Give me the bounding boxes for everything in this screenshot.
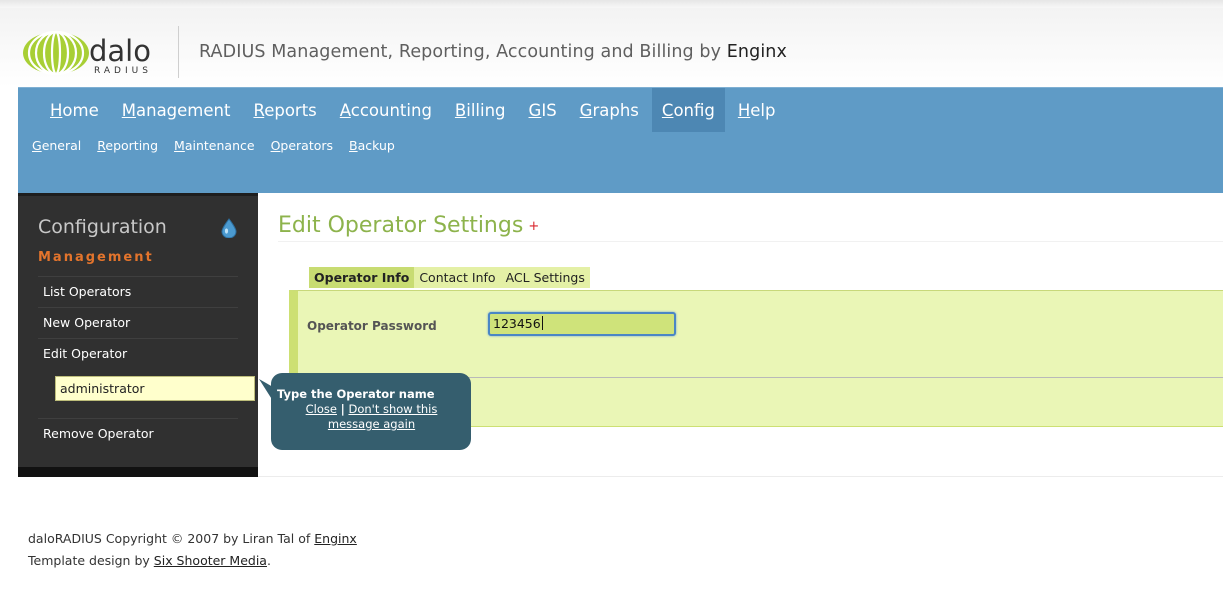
page-footer: daloRADIUS Copyright © 2007 by Liran Tal…: [28, 528, 357, 572]
subnav-maintenance[interactable]: Maintenance: [174, 138, 255, 153]
footer-enginx-link[interactable]: Enginx: [314, 531, 357, 546]
nav-management[interactable]: Management: [112, 88, 241, 132]
subnav-operators[interactable]: Operators: [271, 138, 333, 153]
sidebar-item-list-operators[interactable]: List Operators: [38, 276, 238, 307]
nav-reports[interactable]: Reports: [243, 88, 326, 132]
footer-six-shooter-link[interactable]: Six Shooter Media: [154, 553, 267, 568]
primary-menu: Home Management Reports Accounting Billi…: [40, 88, 789, 132]
title-divider: [278, 241, 1223, 242]
header-tagline: RADIUS Management, Reporting, Accounting…: [199, 42, 787, 62]
logo-text: dalo: [89, 34, 151, 68]
tagline-brand: Enginx: [726, 42, 787, 62]
logo-subtext: RADIUS: [94, 66, 152, 76]
sidebar-item-edit-operator[interactable]: Edit Operator: [38, 338, 238, 369]
nav-home[interactable]: Home: [40, 88, 109, 132]
water-drop-icon[interactable]: [221, 218, 237, 239]
tab-contact-info[interactable]: Contact Info: [414, 267, 500, 288]
text-caret: [541, 316, 543, 330]
top-strip: [0, 0, 1223, 8]
header: dalo RADIUS RADIUS Management, Reporting…: [0, 8, 1223, 87]
sidebar-item-remove-operator[interactable]: Remove Operator: [38, 418, 238, 449]
sidebar-section-title: Management: [38, 250, 154, 265]
tooltip-close-link[interactable]: Close: [306, 402, 337, 416]
subnav-backup[interactable]: Backup: [349, 138, 395, 153]
operator-password-label: Operator Password: [307, 319, 437, 333]
footer-copyright-text: daloRADIUS Copyright © 2007 by Liran Tal…: [28, 531, 311, 546]
page-title: Edit Operator Settings +: [278, 213, 539, 238]
footer-template-text: Template design by: [28, 553, 150, 568]
operator-name-tooltip: Type the Operator name Close | Don't sho…: [271, 373, 471, 450]
footer-period: .: [266, 553, 271, 568]
nav-accounting[interactable]: Accounting: [330, 88, 442, 132]
nav-gis[interactable]: GIS: [519, 88, 567, 132]
nav-graphs[interactable]: Graphs: [570, 88, 649, 132]
footer-template-credit: Template design by Six Shooter Media.: [28, 550, 357, 572]
tagline-text: RADIUS Management, Reporting, Accounting…: [199, 42, 722, 62]
sidebar: Configuration Management List Operators …: [18, 193, 258, 477]
header-divider: [178, 26, 179, 78]
tooltip-dont-show-link[interactable]: Don't show this message again: [328, 402, 437, 431]
secondary-menu: General Reporting Maintenance Operators …: [32, 138, 411, 153]
operator-password-input[interactable]: 123456: [488, 312, 676, 336]
subnav-reporting[interactable]: Reporting: [97, 138, 158, 153]
subnav-general[interactable]: General: [32, 138, 81, 153]
logo-globe-icon: dalo RADIUS: [23, 30, 152, 76]
footer-copyright: daloRADIUS Copyright © 2007 by Liran Tal…: [28, 528, 357, 550]
add-icon[interactable]: +: [528, 219, 539, 234]
operator-name-input[interactable]: administrator: [55, 376, 255, 401]
sidebar-footer-bar: [18, 467, 258, 477]
tooltip-title: Type the Operator name: [277, 387, 435, 401]
operator-password-value: 123456: [493, 316, 541, 331]
dalo-radius-logo[interactable]: dalo RADIUS: [22, 30, 162, 76]
main-navigation: Home Management Reports Accounting Billi…: [18, 87, 1223, 193]
nav-help[interactable]: Help: [728, 88, 786, 132]
tooltip-separator: |: [340, 402, 345, 416]
sidebar-item-new-operator[interactable]: New Operator: [38, 307, 238, 338]
settings-tabs: Operator Info Contact Info ACL Settings: [309, 267, 590, 288]
sidebar-menu: List Operators New Operator Edit Operato…: [38, 276, 238, 369]
sidebar-title: Configuration: [38, 216, 167, 238]
tab-operator-info[interactable]: Operator Info: [309, 267, 415, 288]
nav-billing[interactable]: Billing: [445, 88, 516, 132]
tooltip-actions: Close | Don't show this message again: [278, 402, 465, 432]
nav-config[interactable]: Config: [651, 88, 725, 132]
tab-acl-settings[interactable]: ACL Settings: [501, 267, 590, 288]
page-title-text: Edit Operator Settings: [278, 213, 524, 238]
